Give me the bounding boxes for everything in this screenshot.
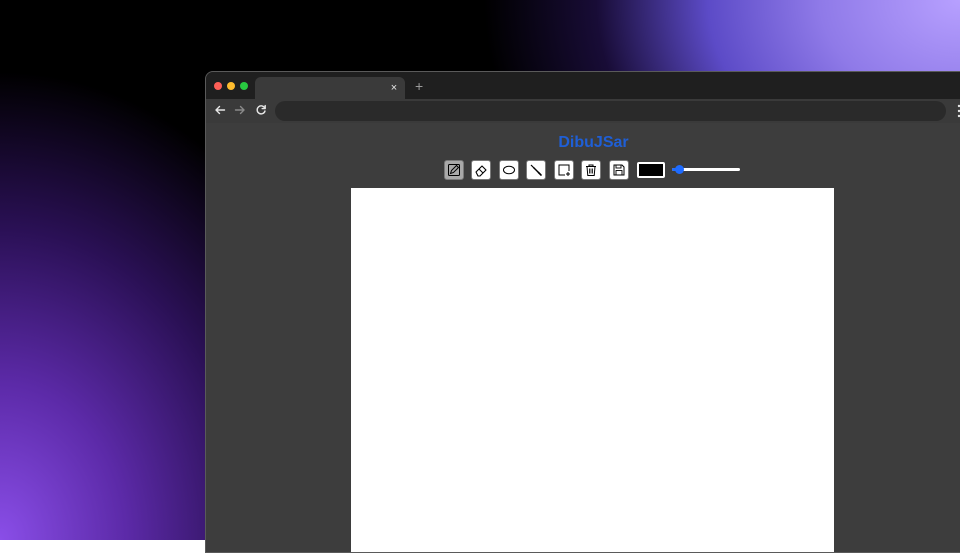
- stroke-color-picker[interactable]: [637, 162, 665, 178]
- ellipse-tool-button[interactable]: [499, 160, 519, 180]
- pencil-icon: [448, 164, 460, 176]
- navigation-bar: [206, 99, 960, 123]
- new-tab-button[interactable]: +: [415, 77, 423, 95]
- app-page: DibuJSar: [206, 123, 960, 552]
- brush-size-slider[interactable]: [672, 165, 740, 175]
- pencil-tool-button[interactable]: [444, 160, 464, 180]
- tab-bar: × +: [206, 72, 960, 99]
- clear-canvas-button[interactable]: [581, 160, 601, 180]
- reload-icon[interactable]: [253, 102, 269, 118]
- eyedropper-icon: [530, 164, 542, 176]
- save-icon: [613, 164, 625, 176]
- browser-window: × + DibuJSar: [205, 71, 960, 553]
- maximize-window-button[interactable]: [240, 82, 248, 90]
- browser-tab[interactable]: ×: [255, 77, 405, 99]
- slider-thumb[interactable]: [675, 165, 684, 174]
- ellipse-icon: [503, 165, 515, 175]
- eraser-icon: [475, 165, 487, 177]
- trash-icon: [586, 164, 596, 176]
- back-arrow-icon[interactable]: [212, 102, 228, 118]
- eraser-tool-button[interactable]: [471, 160, 491, 180]
- more-menu-icon[interactable]: [956, 103, 960, 119]
- add-square-icon: [558, 164, 570, 176]
- app-title: DibuJSar: [558, 134, 629, 151]
- save-button[interactable]: [609, 160, 629, 180]
- drawing-canvas[interactable]: [351, 188, 834, 552]
- close-window-button[interactable]: [214, 82, 222, 90]
- tab-close-icon[interactable]: ×: [389, 80, 399, 96]
- add-square-tool-button[interactable]: [554, 160, 574, 180]
- forward-arrow-icon[interactable]: [232, 102, 248, 118]
- eyedropper-tool-button[interactable]: [526, 160, 546, 180]
- minimize-window-button[interactable]: [227, 82, 235, 90]
- address-bar[interactable]: [275, 101, 946, 121]
